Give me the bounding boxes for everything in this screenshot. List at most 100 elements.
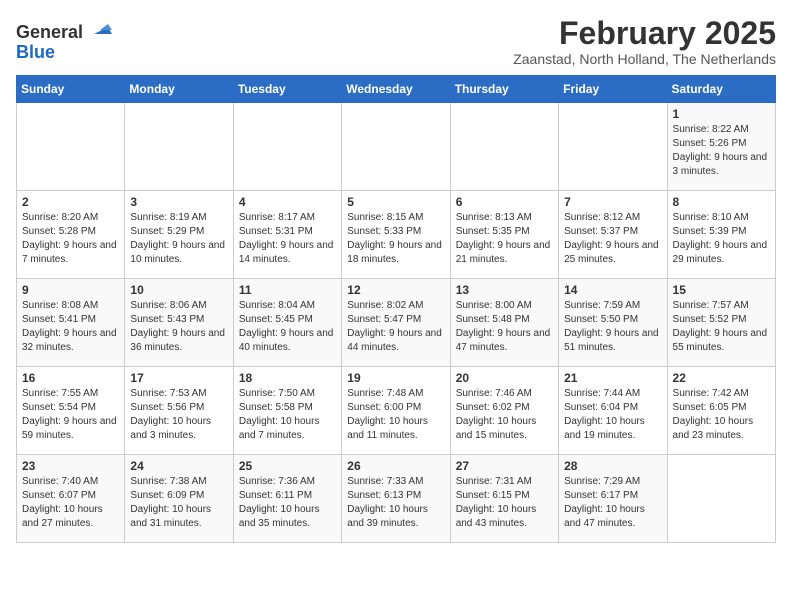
calendar-cell: 28 Sunrise: 7:29 AM Sunset: 6:17 PM Dayli… bbox=[559, 455, 667, 543]
calendar-cell: 2 Sunrise: 8:20 AM Sunset: 5:28 PM Daylig… bbox=[17, 191, 125, 279]
weekday-header-wednesday: Wednesday bbox=[342, 76, 450, 103]
day-number: 1 bbox=[673, 107, 770, 121]
weekday-header-thursday: Thursday bbox=[450, 76, 558, 103]
calendar-cell: 20 Sunrise: 7:46 AM Sunset: 6:02 PM Dayli… bbox=[450, 367, 558, 455]
calendar-cell: 9 Sunrise: 8:08 AM Sunset: 5:41 PM Daylig… bbox=[17, 279, 125, 367]
calendar-cell: 5 Sunrise: 8:15 AM Sunset: 5:33 PM Daylig… bbox=[342, 191, 450, 279]
logo-general: General bbox=[16, 22, 83, 42]
day-info: Sunrise: 8:15 AM Sunset: 5:33 PM Dayligh… bbox=[347, 211, 444, 267]
day-info: Sunrise: 7:33 AM Sunset: 6:13 PM Dayligh… bbox=[347, 475, 444, 531]
day-number: 17 bbox=[130, 371, 227, 385]
weekday-header-saturday: Saturday bbox=[667, 76, 775, 103]
logo-icon bbox=[90, 16, 112, 38]
day-info: Sunrise: 7:57 AM Sunset: 5:52 PM Dayligh… bbox=[673, 299, 770, 355]
day-info: Sunrise: 7:48 AM Sunset: 6:00 PM Dayligh… bbox=[347, 387, 444, 443]
calendar-cell: 23Sunrise: 7:40 AM Sunset: 6:07 PM Dayli… bbox=[17, 455, 125, 543]
day-number: 6 bbox=[456, 195, 553, 209]
day-number: 20 bbox=[456, 371, 553, 385]
day-info: Sunrise: 8:13 AM Sunset: 5:35 PM Dayligh… bbox=[456, 211, 553, 267]
day-number: 19 bbox=[347, 371, 444, 385]
calendar-cell: 26 Sunrise: 7:33 AM Sunset: 6:13 PM Dayli… bbox=[342, 455, 450, 543]
calendar-cell: 13Sunrise: 8:00 AM Sunset: 5:48 PM Dayli… bbox=[450, 279, 558, 367]
weekday-header-tuesday: Tuesday bbox=[233, 76, 341, 103]
logo-blue: Blue bbox=[16, 42, 55, 62]
calendar-cell: 3Sunrise: 8:19 AM Sunset: 5:29 PM Daylig… bbox=[125, 191, 233, 279]
day-info: Sunrise: 8:02 AM Sunset: 5:47 PM Dayligh… bbox=[347, 299, 444, 355]
calendar-table: SundayMondayTuesdayWednesdayThursdayFrid… bbox=[16, 75, 776, 543]
calendar-cell bbox=[450, 103, 558, 191]
day-number: 14 bbox=[564, 283, 661, 297]
day-number: 12 bbox=[347, 283, 444, 297]
weekday-header-sunday: Sunday bbox=[17, 76, 125, 103]
day-info: Sunrise: 8:04 AM Sunset: 5:45 PM Dayligh… bbox=[239, 299, 336, 355]
week-row-1: 1 Sunrise: 8:22 AM Sunset: 5:26 PM Daylig… bbox=[17, 103, 776, 191]
calendar-cell: 25 Sunrise: 7:36 AM Sunset: 6:11 PM Dayli… bbox=[233, 455, 341, 543]
calendar-cell bbox=[17, 103, 125, 191]
calendar-cell: 21Sunrise: 7:44 AM Sunset: 6:04 PM Dayli… bbox=[559, 367, 667, 455]
day-number: 25 bbox=[239, 459, 336, 473]
day-number: 4 bbox=[239, 195, 336, 209]
calendar-cell: 4 Sunrise: 8:17 AM Sunset: 5:31 PM Daylig… bbox=[233, 191, 341, 279]
calendar-cell bbox=[342, 103, 450, 191]
calendar-cell: 7Sunrise: 8:12 AM Sunset: 5:37 PM Daylig… bbox=[559, 191, 667, 279]
calendar-cell: 18Sunrise: 7:50 AM Sunset: 5:58 PM Dayli… bbox=[233, 367, 341, 455]
page-header: General Blue February 2025 Zaanstad, Nor… bbox=[16, 16, 776, 67]
day-info: Sunrise: 7:50 AM Sunset: 5:58 PM Dayligh… bbox=[239, 387, 336, 443]
day-info: Sunrise: 8:20 AM Sunset: 5:28 PM Dayligh… bbox=[22, 211, 119, 267]
day-number: 24 bbox=[130, 459, 227, 473]
week-row-2: 2 Sunrise: 8:20 AM Sunset: 5:28 PM Daylig… bbox=[17, 191, 776, 279]
week-row-3: 9 Sunrise: 8:08 AM Sunset: 5:41 PM Daylig… bbox=[17, 279, 776, 367]
calendar-cell: 10 Sunrise: 8:06 AM Sunset: 5:43 PM Dayli… bbox=[125, 279, 233, 367]
day-number: 28 bbox=[564, 459, 661, 473]
day-info: Sunrise: 7:59 AM Sunset: 5:50 PM Dayligh… bbox=[564, 299, 661, 355]
logo: General Blue bbox=[16, 16, 112, 63]
day-number: 2 bbox=[22, 195, 119, 209]
calendar-subtitle: Zaanstad, North Holland, The Netherlands bbox=[513, 51, 776, 67]
day-number: 9 bbox=[22, 283, 119, 297]
day-number: 11 bbox=[239, 283, 336, 297]
day-number: 10 bbox=[130, 283, 227, 297]
day-number: 5 bbox=[347, 195, 444, 209]
calendar-title: February 2025 bbox=[513, 16, 776, 51]
calendar-cell bbox=[233, 103, 341, 191]
day-info: Sunrise: 7:46 AM Sunset: 6:02 PM Dayligh… bbox=[456, 387, 553, 443]
day-info: Sunrise: 7:44 AM Sunset: 6:04 PM Dayligh… bbox=[564, 387, 661, 443]
day-info: Sunrise: 7:55 AM Sunset: 5:54 PM Dayligh… bbox=[22, 387, 119, 443]
day-number: 3 bbox=[130, 195, 227, 209]
day-info: Sunrise: 8:12 AM Sunset: 5:37 PM Dayligh… bbox=[564, 211, 661, 267]
calendar-cell: 15Sunrise: 7:57 AM Sunset: 5:52 PM Dayli… bbox=[667, 279, 775, 367]
day-number: 16 bbox=[22, 371, 119, 385]
calendar-cell: 16 Sunrise: 7:55 AM Sunset: 5:54 PM Dayli… bbox=[17, 367, 125, 455]
week-row-4: 16 Sunrise: 7:55 AM Sunset: 5:54 PM Dayli… bbox=[17, 367, 776, 455]
day-info: Sunrise: 7:29 AM Sunset: 6:17 PM Dayligh… bbox=[564, 475, 661, 531]
calendar-cell: 24Sunrise: 7:38 AM Sunset: 6:09 PM Dayli… bbox=[125, 455, 233, 543]
calendar-cell: 22 Sunrise: 7:42 AM Sunset: 6:05 PM Dayli… bbox=[667, 367, 775, 455]
day-info: Sunrise: 8:17 AM Sunset: 5:31 PM Dayligh… bbox=[239, 211, 336, 267]
weekday-header-friday: Friday bbox=[559, 76, 667, 103]
calendar-cell: 17 Sunrise: 7:53 AM Sunset: 5:56 PM Dayli… bbox=[125, 367, 233, 455]
day-number: 26 bbox=[347, 459, 444, 473]
day-info: Sunrise: 8:06 AM Sunset: 5:43 PM Dayligh… bbox=[130, 299, 227, 355]
calendar-cell: 6 Sunrise: 8:13 AM Sunset: 5:35 PM Daylig… bbox=[450, 191, 558, 279]
day-info: Sunrise: 8:08 AM Sunset: 5:41 PM Dayligh… bbox=[22, 299, 119, 355]
day-number: 8 bbox=[673, 195, 770, 209]
calendar-cell bbox=[125, 103, 233, 191]
calendar-cell bbox=[559, 103, 667, 191]
calendar-cell: 19 Sunrise: 7:48 AM Sunset: 6:00 PM Dayli… bbox=[342, 367, 450, 455]
day-info: Sunrise: 7:36 AM Sunset: 6:11 PM Dayligh… bbox=[239, 475, 336, 531]
calendar-cell bbox=[667, 455, 775, 543]
week-row-5: 23Sunrise: 7:40 AM Sunset: 6:07 PM Dayli… bbox=[17, 455, 776, 543]
day-number: 13 bbox=[456, 283, 553, 297]
day-info: Sunrise: 7:53 AM Sunset: 5:56 PM Dayligh… bbox=[130, 387, 227, 443]
weekday-header-monday: Monday bbox=[125, 76, 233, 103]
day-number: 27 bbox=[456, 459, 553, 473]
calendar-cell: 1 Sunrise: 8:22 AM Sunset: 5:26 PM Daylig… bbox=[667, 103, 775, 191]
day-number: 23 bbox=[22, 459, 119, 473]
calendar-cell: 14 Sunrise: 7:59 AM Sunset: 5:50 PM Dayli… bbox=[559, 279, 667, 367]
weekday-header-row: SundayMondayTuesdayWednesdayThursdayFrid… bbox=[17, 76, 776, 103]
day-number: 22 bbox=[673, 371, 770, 385]
calendar-cell: 8Sunrise: 8:10 AM Sunset: 5:39 PM Daylig… bbox=[667, 191, 775, 279]
day-info: Sunrise: 7:42 AM Sunset: 6:05 PM Dayligh… bbox=[673, 387, 770, 443]
day-info: Sunrise: 8:22 AM Sunset: 5:26 PM Dayligh… bbox=[673, 123, 770, 179]
day-info: Sunrise: 7:31 AM Sunset: 6:15 PM Dayligh… bbox=[456, 475, 553, 531]
